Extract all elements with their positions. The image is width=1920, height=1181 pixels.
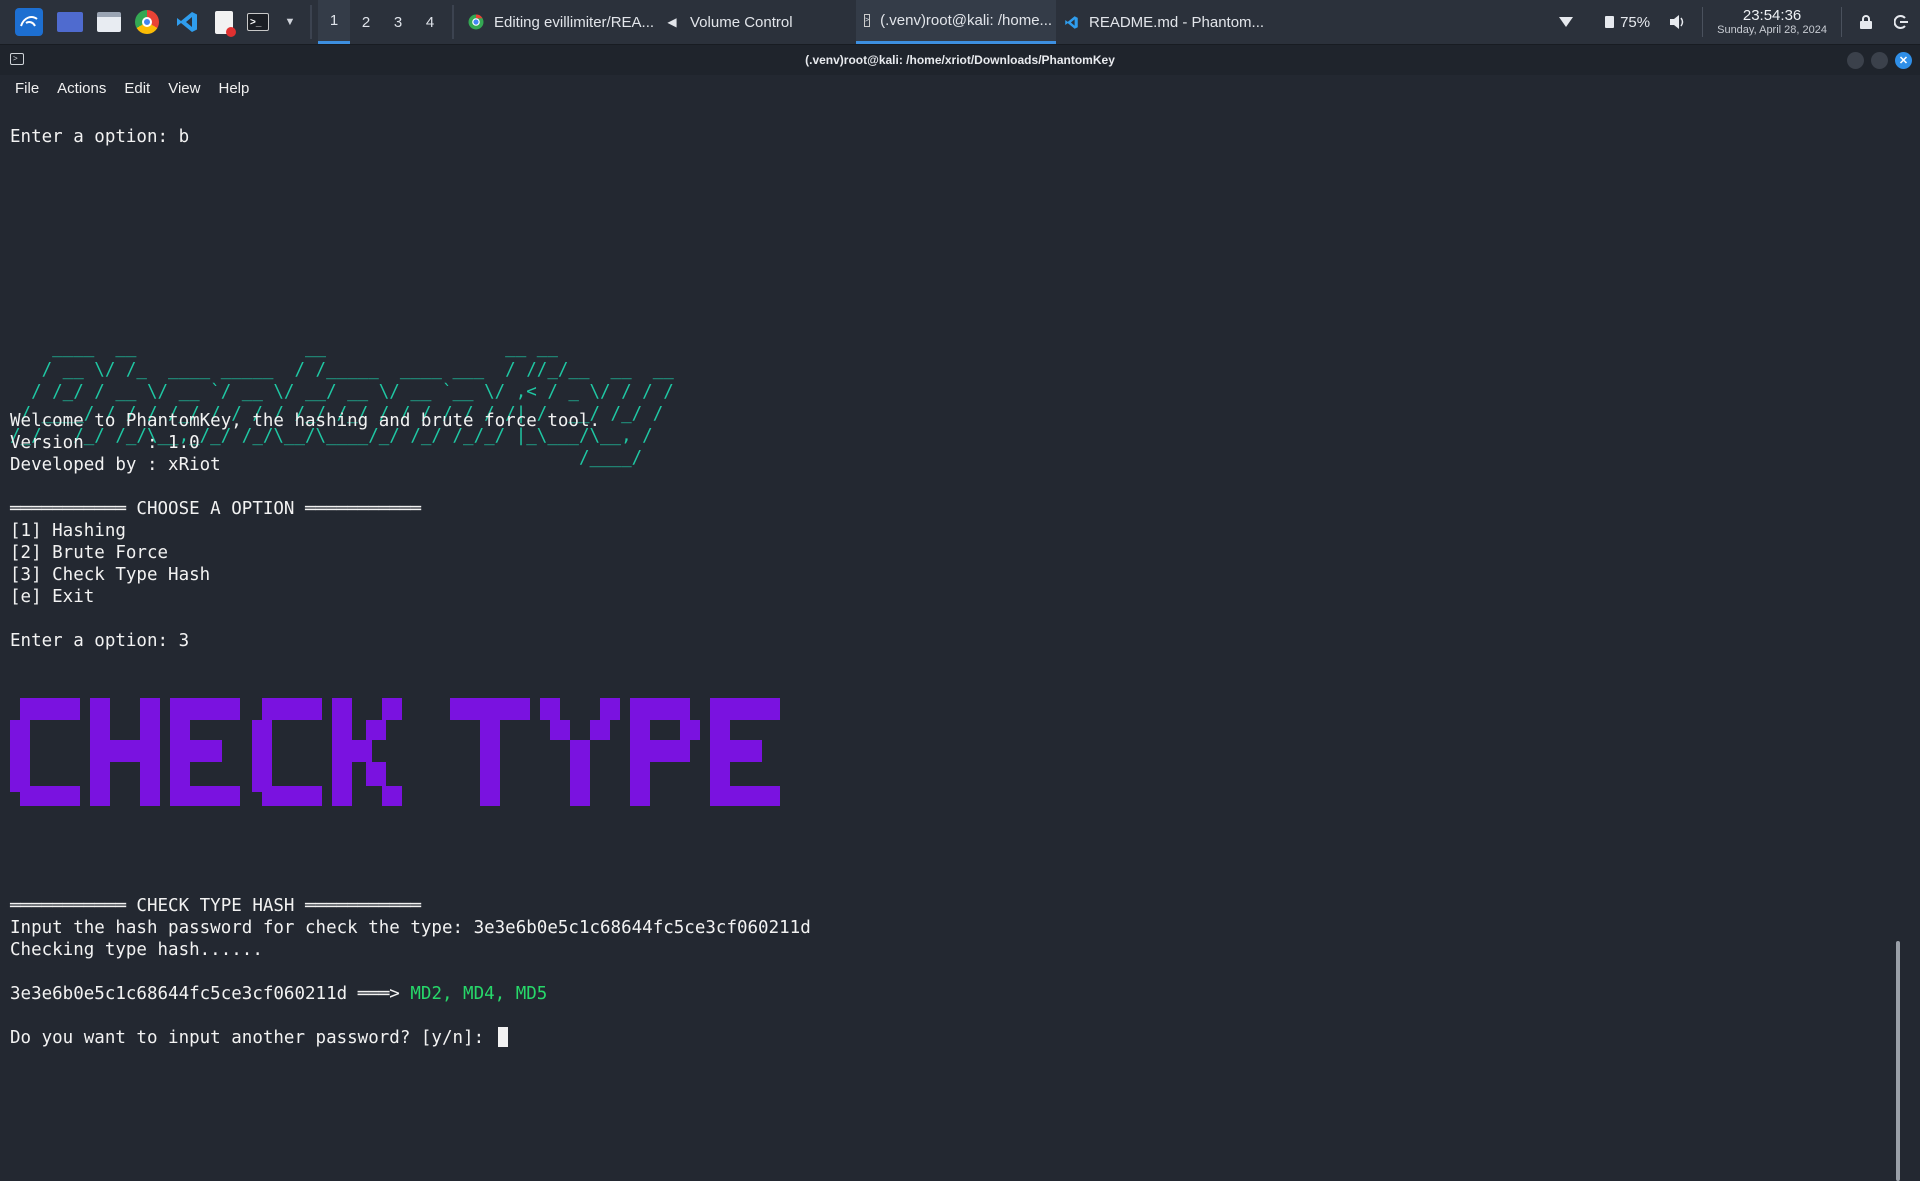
option-exit: [e] Exit [10, 587, 95, 607]
taskbar-separator [310, 5, 312, 39]
system-tray: 75% 23:54:36 Sunday, April 28, 2024 [1549, 0, 1920, 44]
task-label: README.md - Phantom... [1089, 13, 1265, 31]
lock-icon[interactable] [1860, 15, 1872, 29]
workspace-switcher: 1 2 3 4 [318, 0, 446, 44]
result-hash-types: MD2, MD4, MD5 [410, 984, 548, 1004]
menu-actions[interactable]: Actions [57, 80, 106, 97]
logout-icon[interactable] [1894, 15, 1908, 29]
launcher: >_ ▼ [0, 0, 304, 44]
again-prompt: Do you want to input another password? [… [10, 1028, 495, 1048]
terminal-output[interactable]: Enter a option: b ____ __ __ __ __ / __ … [0, 101, 1906, 1181]
tray-separator [1702, 7, 1704, 37]
result-hash: 3e3e6b0e5c1c68644fc5ce3cf060211d ═══> [10, 984, 411, 1004]
task-list: Editing evillimiter/REA... ◀ Volume Cont… [460, 0, 1264, 44]
check-type-banner [10, 698, 780, 806]
option-brute-force: [2] Brute Force [10, 543, 169, 563]
workspace-1[interactable]: 1 [318, 0, 350, 44]
chevron-down-icon[interactable]: ▼ [283, 8, 297, 36]
chrome-icon [468, 14, 484, 30]
task-label: (.venv)root@kali: /home... [880, 12, 1053, 29]
menu-view[interactable]: View [168, 80, 200, 97]
task-terminal[interactable]: > (.venv)root@kali: /home... [856, 0, 1056, 44]
scrollbar[interactable] [1896, 941, 1900, 1181]
maximize-button[interactable] [1871, 52, 1888, 69]
minimize-button[interactable] [1847, 52, 1864, 69]
prompt-line: Enter a option: 3 [10, 631, 190, 651]
result-line: 3e3e6b0e5c1c68644fc5ce3cf060211d ═══> MD… [10, 983, 547, 1005]
menu-bar: File Actions Edit View Help [0, 75, 1920, 101]
battery-percent: 75% [1620, 13, 1651, 31]
prompt-line: Enter a option: b [10, 127, 190, 147]
file-manager-icon[interactable] [97, 12, 121, 32]
battery-icon [1605, 16, 1615, 28]
hash-input-line: Input the hash password for check the ty… [10, 918, 811, 938]
vscode-icon [1064, 14, 1079, 30]
menu-edit[interactable]: Edit [124, 80, 150, 97]
section-header: ═══════════ CHECK TYPE HASH ═══════════ [10, 896, 421, 916]
network-icon[interactable] [1559, 16, 1574, 28]
close-button[interactable]: ✕ [1895, 52, 1912, 69]
menu-header: ═══════════ CHOOSE A OPTION ═══════════ [10, 499, 421, 519]
task-chrome[interactable]: Editing evillimiter/REA... [460, 0, 656, 44]
text-editor-icon[interactable] [215, 10, 236, 37]
clock-date: Sunday, April 28, 2024 [1717, 24, 1827, 37]
show-desktop-icon[interactable] [57, 12, 83, 32]
task-volume-control[interactable]: ◀ Volume Control [656, 0, 856, 44]
clock-time: 23:54:36 [1742, 7, 1802, 25]
chrome-icon[interactable] [135, 10, 159, 34]
speaker-icon: ◀ [667, 15, 677, 29]
battery-indicator[interactable]: 75% [1605, 14, 1650, 31]
window-titlebar[interactable]: > (.venv)root@kali: /home/xriot/Download… [0, 45, 1920, 75]
taskbar-separator [452, 5, 454, 39]
vscode-icon[interactable] [173, 8, 201, 36]
workspace-2[interactable]: 2 [350, 0, 382, 44]
terminal-launcher-icon[interactable]: >_ [247, 13, 269, 31]
checking-text: Checking type hash...... [10, 940, 263, 960]
terminal-window-icon: > [10, 53, 24, 65]
task-vscode[interactable]: README.md - Phantom... [1056, 0, 1264, 44]
clock[interactable]: 23:54:36 Sunday, April 28, 2024 [1717, 7, 1827, 37]
taskbar: >_ ▼ 1 2 3 4 Editing evillimiter/REA... … [0, 0, 1920, 45]
task-label: Editing evillimiter/REA... [494, 13, 655, 31]
version-text: Version : 1.0 [10, 433, 200, 453]
developer-text: Developed by : xRiot [10, 455, 221, 475]
workspace-3[interactable]: 3 [382, 0, 414, 44]
option-check-type: [3] Check Type Hash [10, 565, 211, 585]
option-hashing: [1] Hashing [10, 521, 126, 541]
volume-icon[interactable] [1670, 15, 1686, 29]
terminal-icon: > [864, 14, 871, 27]
welcome-text: Welcome to PhantomKey, the hashing and b… [10, 411, 601, 431]
menu-help[interactable]: Help [218, 80, 249, 97]
text-cursor [497, 1027, 508, 1047]
kali-menu-icon[interactable] [15, 8, 43, 36]
tray-separator [1841, 7, 1842, 37]
input-line[interactable]: Do you want to input another password? [… [10, 1027, 508, 1049]
task-label: Volume Control [690, 13, 793, 31]
window-title: (.venv)root@kali: /home/xriot/Downloads/… [805, 53, 1115, 67]
window-controls: ✕ [1840, 52, 1912, 69]
workspace-4[interactable]: 4 [414, 0, 446, 44]
menu-file[interactable]: File [15, 80, 39, 97]
